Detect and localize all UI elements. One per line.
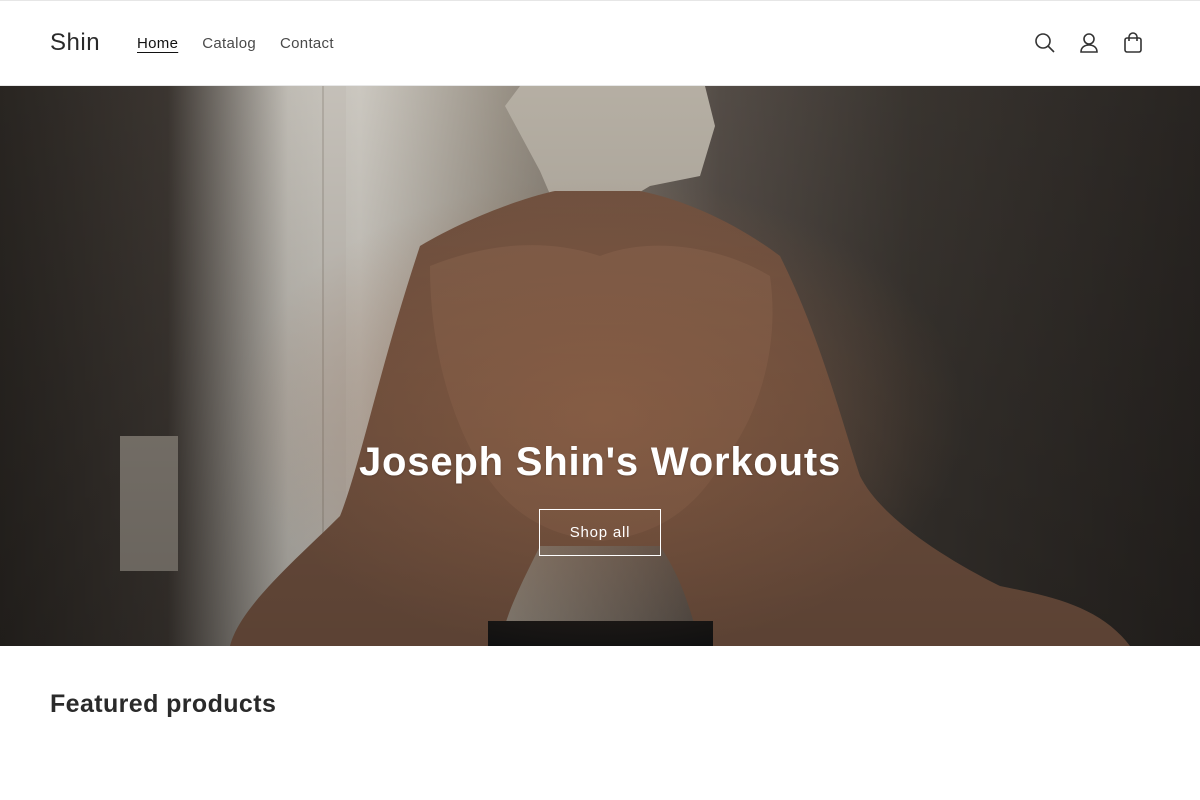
header-icons [1034,31,1144,55]
main-nav: Home Catalog Contact [137,35,334,52]
site-logo[interactable]: Shin [50,29,100,57]
nav-link-home[interactable]: Home [137,35,178,52]
nav-link-catalog[interactable]: Catalog [202,35,256,52]
hero-title: Joseph Shin's Workouts [359,440,841,484]
hero-overlay [0,86,1200,646]
shop-all-button[interactable]: Shop all [539,509,661,556]
account-icon[interactable] [1078,31,1100,55]
site-header: Shin Home Catalog Contact [0,0,1200,86]
nav-link-contact[interactable]: Contact [280,35,334,52]
hero-banner: Joseph Shin's Workouts Shop all [0,86,1200,646]
featured-products-heading: Featured products [50,690,277,718]
search-icon[interactable] [1034,31,1056,55]
cart-icon[interactable] [1122,31,1144,55]
